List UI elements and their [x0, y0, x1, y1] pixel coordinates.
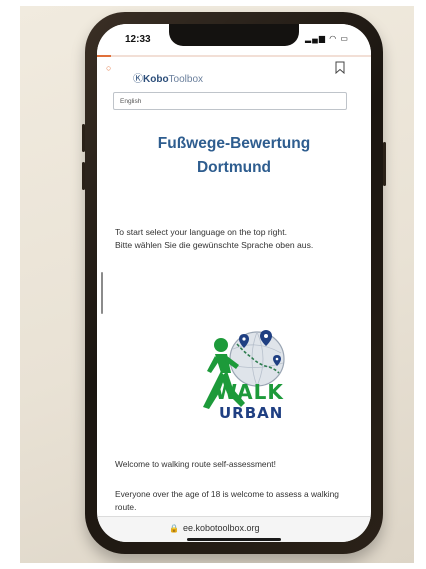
bookmark-icon[interactable] [335, 61, 345, 74]
logo-toolbox: Toolbox [168, 74, 204, 85]
lock-icon: 🔒 [169, 524, 179, 533]
phone-notch [169, 24, 299, 46]
home-indicator[interactable] [187, 538, 281, 541]
form-title-line-1: Fußwege-Bewertung [157, 135, 311, 152]
phone-frame: 12:33 ▂▄▆ ◠ ▭ ○ ⓀKoboToolbox English Fuß… [82, 12, 386, 554]
intro-text: To start select your language on the top… [115, 226, 350, 252]
logo-kobo: Kobo [143, 74, 169, 85]
form-title: Fußwege-Bewertung Dortmund [113, 132, 355, 180]
status-time: 12:33 [125, 34, 151, 45]
logo-walk-text: WALK [215, 380, 284, 404]
app-header: ○ ⓀKoboToolbox [97, 57, 371, 91]
form-title-line-2: Dortmund [196, 159, 272, 176]
power-button [383, 142, 386, 186]
language-select[interactable]: English [113, 92, 347, 110]
url-display[interactable]: 🔒 ee.kobotoolbox.org [169, 523, 260, 533]
intro-german: Bitte wählen Sie die gewünschte Sprache … [115, 240, 314, 250]
scrollbar[interactable] [101, 272, 103, 314]
eligibility-text: Everyone over the age of 18 is welcome t… [115, 489, 339, 512]
status-icons: ▂▄▆ ◠ ▭ [305, 34, 349, 43]
photo-background: 12:33 ▂▄▆ ◠ ▭ ○ ⓀKoboToolbox English Fuß… [20, 6, 414, 563]
url-text: ee.kobotoolbox.org [182, 523, 260, 533]
kobotoolbox-logo: ⓀKoboToolbox [133, 70, 203, 85]
logo-mark: Ⓚ [133, 74, 143, 85]
phone-screen: 12:33 ▂▄▆ ◠ ▭ ○ ⓀKoboToolbox English Fuß… [97, 24, 371, 542]
volume-down-button [82, 162, 85, 190]
logo-urban-text: URBAN [219, 404, 284, 422]
welcome-text: Welcome to walking route self-assessment… [115, 459, 276, 469]
intro-english: To start select your language on the top… [115, 227, 287, 237]
navigation-dot-icon[interactable]: ○ [106, 63, 111, 73]
volume-up-button [82, 124, 85, 152]
